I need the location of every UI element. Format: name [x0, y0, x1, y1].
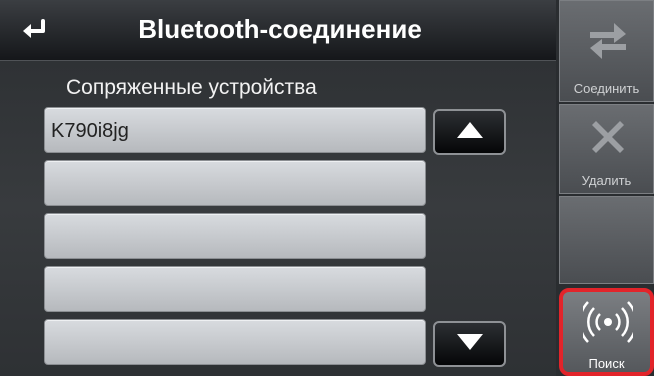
- device-list-item[interactable]: K790i8jg: [44, 107, 426, 153]
- main-panel: Bluetooth-соединение Сопряженные устройс…: [0, 0, 556, 376]
- title-bar: Bluetooth-соединение: [0, 0, 556, 61]
- device-list-item[interactable]: [44, 213, 426, 259]
- device-list-item[interactable]: [44, 160, 426, 206]
- device-list-item[interactable]: [44, 266, 426, 312]
- triangle-up-icon: [455, 120, 485, 145]
- connect-button[interactable]: Соединить: [559, 0, 654, 102]
- return-arrow-icon: [19, 18, 49, 46]
- empty-side-button: [559, 196, 654, 284]
- back-button[interactable]: [14, 18, 54, 46]
- device-list-item[interactable]: [44, 319, 426, 365]
- x-cross-icon: [590, 119, 626, 160]
- connect-label: Соединить: [573, 81, 640, 96]
- sidebar: Соединить Удалить Поиск: [557, 0, 654, 376]
- delete-button[interactable]: Удалить: [559, 104, 654, 194]
- scroll-down-button[interactable]: [433, 321, 506, 367]
- search-label: Поиск: [588, 356, 625, 371]
- scroll-up-button[interactable]: [433, 109, 506, 155]
- page-title: Bluetooth-соединение: [138, 14, 422, 44]
- triangle-down-icon: [455, 332, 485, 357]
- search-button[interactable]: Поиск: [559, 288, 654, 376]
- delete-label: Удалить: [581, 173, 632, 188]
- signal-waves-icon: [578, 298, 638, 351]
- paired-devices-label: Сопряженные устройства: [66, 76, 317, 99]
- swap-arrows-icon: [588, 21, 628, 66]
